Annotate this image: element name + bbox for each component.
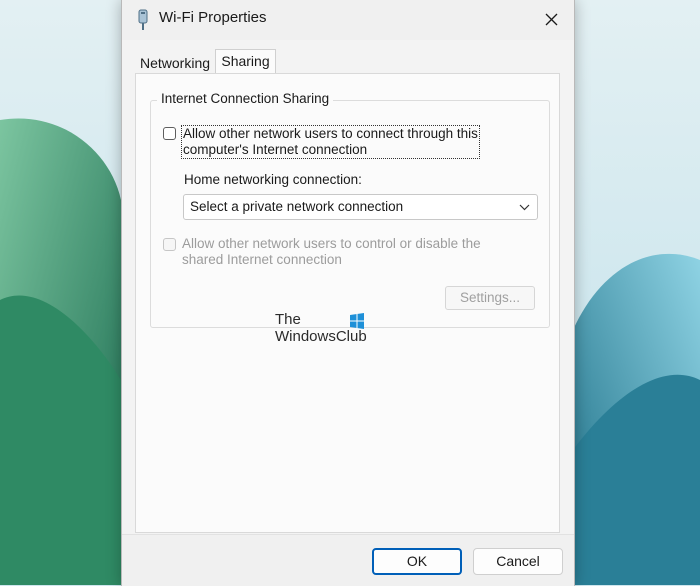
close-icon	[545, 13, 558, 26]
tab-networking[interactable]: Networking	[135, 52, 215, 74]
home-networking-select[interactable]: Select a private network connection	[183, 194, 538, 220]
wifi-adapter-icon	[138, 9, 148, 30]
cancel-button[interactable]: Cancel	[473, 548, 563, 575]
tab-sharing[interactable]: Sharing	[215, 49, 276, 73]
window-title: Wi-Fi Properties	[159, 9, 267, 26]
close-button[interactable]	[528, 0, 574, 40]
dialog-footer: OK Cancel	[122, 534, 574, 586]
allow-connect-label[interactable]: Allow other network users to connect thr…	[181, 125, 480, 159]
windowsclub-logo-icon	[350, 313, 364, 329]
ok-button[interactable]: OK	[372, 548, 462, 575]
internet-connection-sharing-group: Internet Connection Sharing Allow other …	[150, 91, 550, 328]
chevron-down-icon	[519, 204, 530, 211]
settings-button: Settings...	[445, 286, 535, 310]
watermark-line2: WindowsClub	[275, 328, 367, 345]
sharing-tab-panel: Internet Connection Sharing Allow other …	[135, 73, 560, 533]
wifi-properties-dialog: Wi-Fi Properties Networking Sharing Inte…	[121, 0, 575, 586]
allow-control-label: Allow other network users to control or …	[182, 236, 481, 268]
title-bar: Wi-Fi Properties	[122, 0, 574, 40]
allow-control-label-line1: Allow other network users to control or …	[182, 236, 481, 251]
home-networking-label: Home networking connection:	[184, 172, 362, 187]
group-title: Internet Connection Sharing	[157, 91, 334, 106]
allow-control-label-line2: shared Internet connection	[182, 252, 342, 267]
allow-connect-checkbox[interactable]	[163, 127, 176, 140]
watermark: The WindowsClub	[275, 311, 367, 345]
allow-connect-label-line2: computer's Internet connection	[183, 142, 368, 157]
allow-connect-label-line1: Allow other network users to connect thr…	[183, 126, 478, 141]
home-networking-select-value: Select a private network connection	[190, 199, 404, 214]
allow-control-checkbox	[163, 238, 176, 251]
